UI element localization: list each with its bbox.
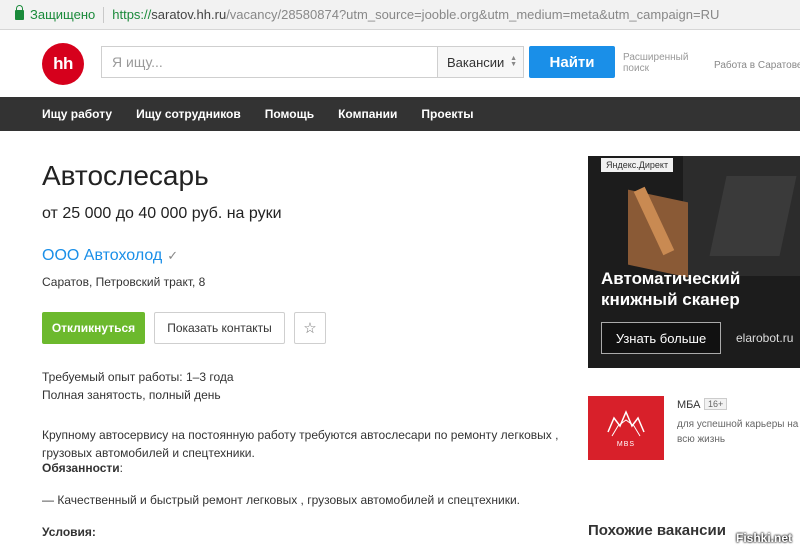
hh-logo[interactable]: hh bbox=[42, 43, 84, 85]
ad-site[interactable]: elarobot.ru bbox=[736, 331, 793, 345]
vacancy-description: Крупному автосервису на постоянную работ… bbox=[42, 428, 559, 460]
site-header: hh Вакансии ▲▼ Найти Расширенный поиск Р… bbox=[0, 30, 800, 124]
responsibilities-colon: : bbox=[119, 461, 124, 475]
vacancy-address: Саратов, Петровский тракт, 8 bbox=[42, 275, 206, 289]
company-name: ООО Автохолод bbox=[42, 247, 163, 264]
mba-logo[interactable]: MBS bbox=[588, 396, 664, 460]
mba-logo-text: MBS bbox=[616, 441, 636, 448]
region-link[interactable]: Работа в Саратове bbox=[714, 60, 800, 71]
search-input[interactable] bbox=[101, 46, 438, 78]
mba-description: для успешной карьеры на всю жизнь bbox=[677, 419, 799, 445]
direct-ad[interactable]: Яндекс.Директ Автоматический книжный ска… bbox=[588, 156, 800, 368]
nav-item-projects[interactable]: Проекты bbox=[421, 107, 473, 121]
show-contacts-button[interactable]: Показать контакты bbox=[154, 312, 285, 344]
verified-check-icon: ✓ bbox=[167, 248, 179, 263]
nav-item-help[interactable]: Помощь bbox=[265, 107, 314, 121]
nav-item-companies[interactable]: Компании bbox=[338, 107, 397, 121]
responsibilities-label: Обязанности bbox=[42, 461, 120, 475]
watermark: Fishki.net bbox=[736, 531, 793, 545]
url-text[interactable]: https://saratov.hh.ru/vacancy/28580874?u… bbox=[112, 7, 719, 22]
employment-text: Полная занятость, полный день bbox=[42, 388, 221, 402]
age-badge: 16+ bbox=[704, 398, 728, 410]
url-path: /vacancy/28580874?utm_source=jooble.org&… bbox=[226, 7, 720, 22]
ad-title: Автоматический книжный сканер bbox=[601, 269, 741, 309]
main-nav: Ищу работу Ищу сотрудников Помощь Компан… bbox=[0, 97, 800, 131]
vacancy-conditions: Требуемый опыт работы: 1–3 года Полная з… bbox=[42, 368, 234, 404]
lock-icon bbox=[15, 4, 24, 20]
duty-item: — Качественный и быстрый ремонт легковых… bbox=[42, 493, 520, 507]
address-divider bbox=[103, 6, 105, 23]
updown-icon: ▲ ▼ bbox=[510, 55, 517, 68]
nav-item-find-job[interactable]: Ищу работу bbox=[42, 107, 112, 121]
page: Защищено https://saratov.hh.ru/vacancy/2… bbox=[0, 0, 800, 551]
address-bar[interactable]: Защищено https://saratov.hh.ru/vacancy/2… bbox=[0, 0, 800, 30]
search-type-label: Вакансии bbox=[447, 54, 505, 70]
mba-name[interactable]: МБА bbox=[677, 399, 700, 411]
crown-icon bbox=[607, 410, 645, 437]
url-host: saratov.hh.ru bbox=[151, 7, 227, 22]
respond-button[interactable]: Откликнуться bbox=[42, 312, 145, 344]
url-scheme: https:// bbox=[112, 7, 152, 22]
ad-learn-more-button[interactable]: Узнать больше bbox=[601, 322, 721, 354]
search-type-select[interactable]: Вакансии ▲ ▼ bbox=[437, 46, 524, 78]
nav-item-find-staff[interactable]: Ищу сотрудников bbox=[136, 107, 241, 121]
advanced-search-link[interactable]: Расширенный поиск bbox=[623, 52, 693, 74]
experience-text: Требуемый опыт работы: 1–3 года bbox=[42, 370, 234, 384]
ad-source-tag: Яндекс.Директ bbox=[601, 158, 674, 172]
find-button[interactable]: Найти bbox=[529, 46, 615, 78]
favorite-star-icon[interactable]: ☆ bbox=[294, 312, 326, 344]
conditions-heading: Условия: bbox=[42, 525, 96, 539]
responsibilities-heading: Обязанности: bbox=[42, 461, 123, 475]
company-link[interactable]: ООО Автохолод ✓ bbox=[42, 247, 178, 265]
salary: от 25 000 до 40 000 руб. на руки bbox=[42, 205, 282, 222]
secure-label: Защищено bbox=[30, 7, 96, 22]
similar-vacancies-heading: Похожие вакансии bbox=[588, 522, 726, 539]
vacancy-title: Автослесарь bbox=[42, 160, 209, 191]
